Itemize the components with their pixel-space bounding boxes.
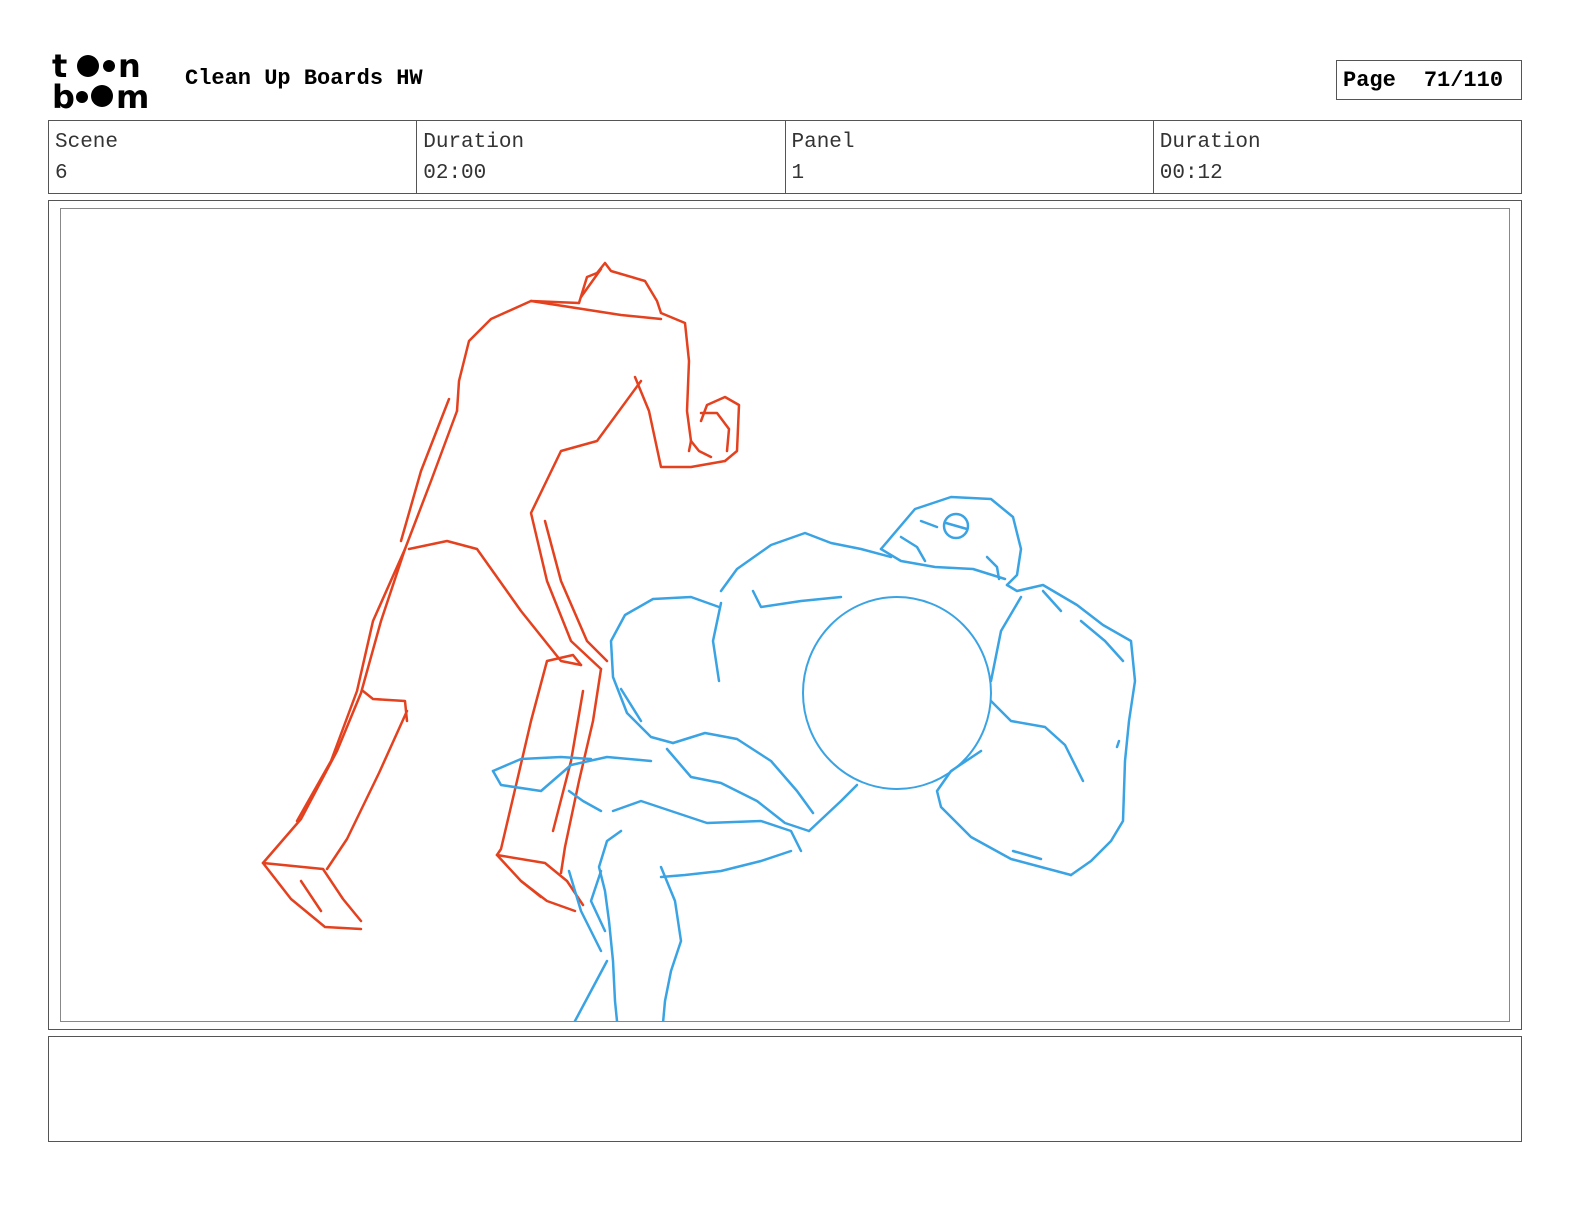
panel-duration-cell: Duration 00:12 [1154, 121, 1521, 193]
scene-label: Scene [55, 131, 119, 154]
svg-text:m: m [116, 78, 149, 112]
panel-duration-value: 00:12 [1159, 162, 1223, 185]
page-indicator: Page 71/110 [1336, 60, 1522, 100]
scene-duration-cell: Duration 02:00 [417, 121, 786, 193]
panel-cell: Panel 1 [786, 121, 1154, 193]
storyboard-sketch [261, 261, 1137, 1021]
red-figure-sketch [261, 261, 741, 931]
svg-text:b: b [52, 78, 75, 112]
panel-drawing-area [60, 208, 1510, 1022]
toon-boom-logo-icon: t n b m [52, 47, 149, 116]
blue-figure-sketch [491, 495, 1137, 1021]
page-number: 71/110 [1423, 67, 1504, 93]
document-title: Clean Up Boards HW [185, 66, 423, 91]
page-label: Page [1343, 67, 1396, 93]
panel-duration-label: Duration [1159, 131, 1261, 154]
panel-value: 1 [791, 162, 805, 185]
panel-label: Panel [791, 131, 855, 154]
scene-value: 6 [55, 162, 68, 185]
toon-boom-logo: t n b m [52, 47, 164, 116]
scene-info-table: Scene 6 Duration 02:00 Panel 1 Duration … [48, 120, 1522, 194]
scene-cell: Scene 6 [49, 121, 418, 193]
panel-notes-box [48, 1036, 1522, 1142]
scene-duration-value: 02:00 [423, 162, 487, 185]
scene-duration-label: Duration [423, 131, 525, 154]
